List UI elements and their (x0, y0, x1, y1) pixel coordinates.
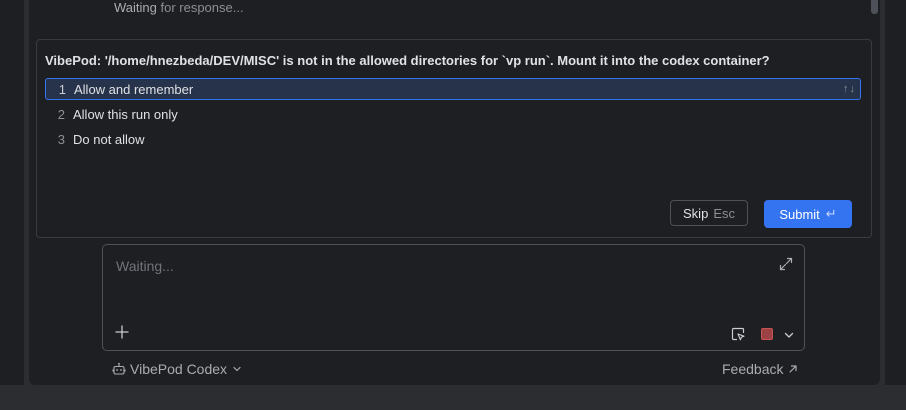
plus-icon[interactable] (115, 325, 129, 339)
expand-icon[interactable] (778, 256, 794, 272)
option-allow-and-remember[interactable]: 1 Allow and remember ↑↓ (45, 78, 861, 100)
option-number: 2 (57, 106, 65, 122)
stop-icon[interactable] (761, 328, 773, 340)
skip-button[interactable]: Skip Esc (670, 200, 748, 226)
option-do-not-allow[interactable]: 3 Do not allow (45, 128, 861, 150)
skip-shortcut-hint: Esc (713, 205, 735, 221)
option-number: 3 (57, 131, 65, 147)
right-panel-edge (885, 0, 906, 385)
submit-label: Submit (779, 206, 820, 222)
feedback-link[interactable]: Feedback (722, 361, 798, 377)
chevron-down-icon[interactable] (783, 329, 795, 341)
scrollbar-thumb[interactable] (871, 0, 878, 14)
option-number: 1 (58, 81, 66, 97)
option-label: Allow and remember (74, 81, 194, 97)
submit-button[interactable]: Submit ↵ (764, 200, 852, 228)
up-down-arrows-icon: ↑↓ (843, 83, 856, 95)
permission-question-card: VibePod: '/home/hnezbeda/DEV/MISC' is no… (36, 39, 872, 238)
option-label: Allow this run only (73, 106, 178, 122)
question-text: VibePod: '/home/hnezbeda/DEV/MISC' is no… (45, 53, 770, 68)
agent-selector[interactable]: VibePod Codex (112, 361, 242, 377)
agent-label: VibePod Codex (130, 361, 228, 377)
waiting-rest: for response... (156, 0, 244, 15)
enter-icon: ↵ (825, 206, 837, 221)
external-link-arrow-icon (789, 365, 798, 373)
select-element-icon[interactable] (730, 326, 746, 342)
option-label: Do not allow (73, 131, 145, 147)
left-panel-edge (0, 0, 24, 385)
waiting-word: Waiting (114, 0, 157, 15)
option-allow-this-run-only[interactable]: 2 Allow this run only (45, 103, 861, 125)
prompt-input[interactable]: Waiting... (102, 244, 805, 351)
prompt-placeholder: Waiting... (116, 258, 174, 274)
chevron-down-icon (233, 366, 241, 372)
waiting-status: Waiting for response... (114, 0, 244, 15)
skip-label: Skip (683, 205, 709, 221)
robot-icon (112, 362, 126, 375)
feedback-label: Feedback (722, 361, 784, 377)
